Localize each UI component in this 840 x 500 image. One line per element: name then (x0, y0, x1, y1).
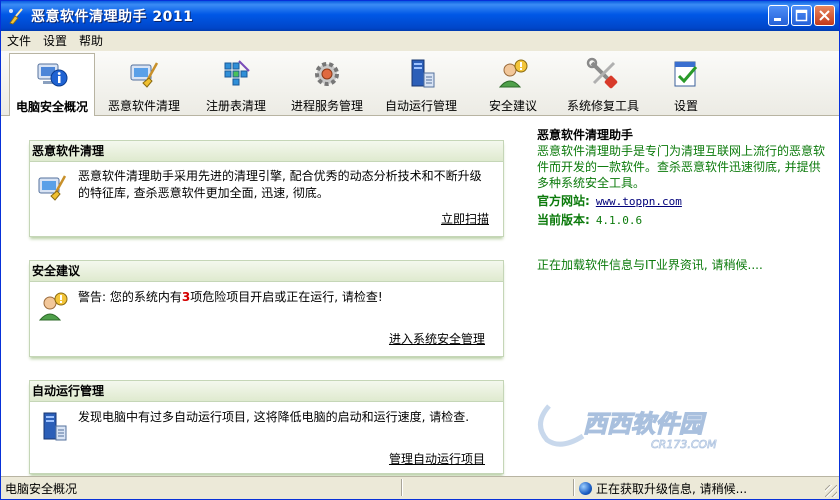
warning-text: 警告: 您的系统内有 (78, 290, 182, 304)
danger-count: 3 (181, 290, 191, 304)
autorun-manage-link[interactable]: 管理自动运行项目 (389, 450, 485, 467)
tab-security-advice[interactable]: 安全建议 (477, 53, 549, 115)
panel-description: 发现电脑中有过多自动运行项目, 这将降低电脑的启动和运行速度, 请检查. (78, 410, 470, 424)
info-computer-icon (35, 58, 69, 92)
resize-grip[interactable] (825, 485, 837, 497)
menu-help[interactable]: 帮助 (73, 31, 109, 51)
tab-malware-clean[interactable]: 恶意软件清理 (103, 53, 185, 115)
info-title: 恶意软件清理助手 (537, 128, 634, 142)
panel-title: 恶意软件清理 (30, 141, 503, 162)
broom-app-icon (7, 7, 25, 25)
website-link[interactable]: www.toppn.com (596, 195, 682, 208)
menu-file[interactable]: 文件 (1, 31, 37, 51)
panel-title: 安全建议 (30, 261, 503, 282)
status-left: 电脑安全概况 (5, 482, 78, 496)
close-icon (819, 10, 830, 21)
tab-registry-clean[interactable]: 注册表清理 (197, 53, 275, 115)
tab-label: 设置 (673, 99, 698, 113)
status-bar: 电脑安全概况 正在获取升级信息, 请稍候... (1, 476, 839, 499)
autorun-icon (36, 410, 70, 444)
autorun-icon (404, 57, 438, 91)
loading-news-text: 正在加载软件信息与IT业界资讯, 请稍候.... (537, 258, 763, 272)
tab-system-repair[interactable]: 系统修复工具 (559, 53, 647, 115)
version-label: 当前版本: (537, 213, 590, 227)
security-advice-icon (496, 57, 530, 91)
watermark-name: 西西软件园 (583, 410, 707, 438)
tab-settings[interactable]: 设置 (657, 53, 715, 115)
watermark-url: CR173.COM (651, 438, 717, 451)
menu-settings[interactable]: 设置 (37, 31, 73, 51)
malware-panel: 恶意软件清理 恶意软件清理助手采用先进的清理引擎, 配合优秀的动态分析技术和不断… (29, 140, 504, 237)
window-title: 恶意软件清理助手 2011 (31, 9, 194, 25)
malware-clean-icon (36, 170, 70, 204)
warning-text: 项危险项目开启或正在运行, 请检查! (190, 290, 383, 304)
website-label: 官方网站: (537, 194, 590, 208)
main-window: 恶意软件清理助手 2011 文件 设置 帮助 电脑安全概况 恶意软件清理 注册表… (0, 0, 840, 500)
registry-icon (219, 57, 253, 91)
status-divider (401, 479, 403, 496)
autorun-panel: 自动运行管理 发现电脑中有过多自动运行项目, 这将降低电脑的启动和运行速度, 请… (29, 380, 504, 474)
tab-label: 恶意软件清理 (107, 99, 180, 113)
tab-label: 进程服务管理 (290, 99, 363, 113)
minimize-icon (774, 18, 781, 21)
security-panel: 安全建议 警告: 您的系统内有3项危险项目开启或正在运行, 请检查! 进入系统安… (29, 260, 504, 357)
process-gear-icon (310, 57, 344, 91)
globe-icon (579, 482, 592, 495)
tab-security-overview[interactable]: 电脑安全概况 (9, 53, 95, 116)
panel-description: 恶意软件清理助手采用先进的清理引擎, 配合优秀的动态分析技术和不断升级的特征库,… (78, 169, 482, 200)
maximize-icon (795, 9, 808, 22)
info-panel: 恶意软件清理助手 恶意软件清理助手是专门为清理互联网上流行的恶意软件而开发的一款… (537, 127, 827, 273)
status-divider (573, 479, 575, 496)
tab-autorun-manage[interactable]: 自动运行管理 (379, 53, 463, 115)
version-value: 4.1.0.6 (595, 214, 643, 227)
settings-icon (669, 57, 703, 91)
security-advice-icon (36, 290, 70, 324)
panel-title: 自动运行管理 (30, 381, 503, 402)
repair-tools-icon (586, 57, 620, 91)
maximize-button[interactable] (791, 5, 812, 26)
minimize-button[interactable] (768, 5, 789, 26)
security-manage-link[interactable]: 进入系统安全管理 (389, 330, 485, 347)
tab-process-service[interactable]: 进程服务管理 (285, 53, 369, 115)
info-description: 恶意软件清理助手是专门为清理互联网上流行的恶意软件而开发的一款软件。查杀恶意软件… (537, 144, 826, 190)
tab-toolbar: 电脑安全概况 恶意软件清理 注册表清理 进程服务管理 自动运行管理 安全建议 系… (1, 51, 839, 116)
tab-label: 注册表清理 (205, 99, 266, 113)
security-warning: 警告: 您的系统内有3项危险项目开启或正在运行, 请检查! (78, 289, 491, 306)
tab-label: 电脑安全概况 (15, 100, 88, 114)
tab-label: 系统修复工具 (566, 99, 639, 113)
close-button[interactable] (814, 5, 835, 26)
menu-bar: 文件 设置 帮助 (1, 31, 839, 51)
title-bar[interactable]: 恶意软件清理助手 2011 (1, 1, 839, 31)
tab-label: 安全建议 (488, 99, 537, 113)
watermark-logo: 西西软件园 CR173.COM (531, 396, 761, 456)
malware-clean-icon (127, 57, 161, 91)
tab-label: 自动运行管理 (384, 99, 457, 113)
scan-now-link[interactable]: 立即扫描 (441, 210, 489, 227)
status-right: 正在获取升级信息, 请稍候... (596, 482, 748, 496)
